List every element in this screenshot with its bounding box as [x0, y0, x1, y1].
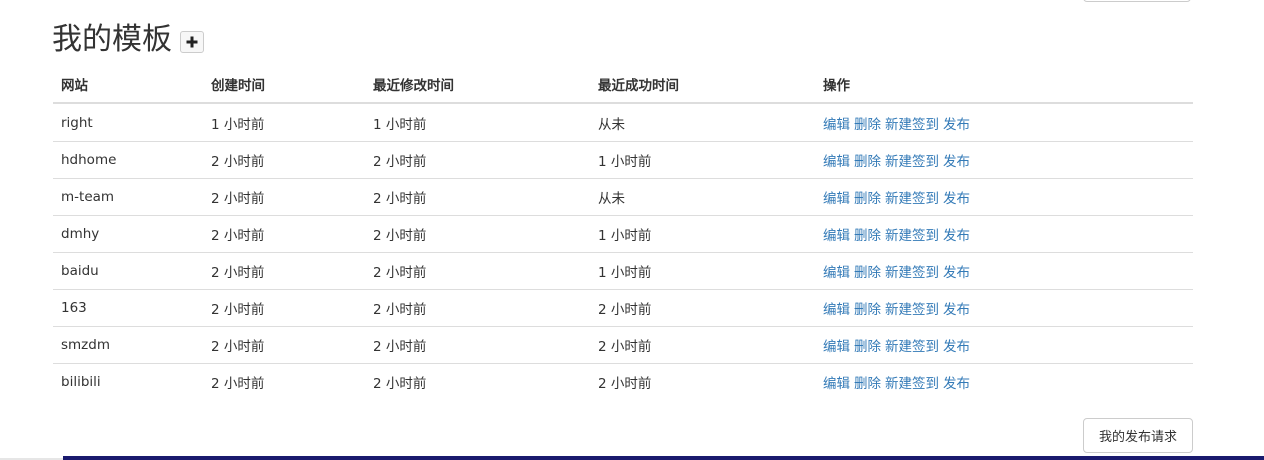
column-header-modified: 最近修改时间: [365, 65, 590, 104]
new-checkin-link[interactable]: 新建签到: [885, 191, 939, 207]
publish-link[interactable]: 发布: [943, 154, 970, 170]
delete-link[interactable]: 删除: [854, 265, 881, 281]
delete-link[interactable]: 删除: [854, 117, 881, 133]
column-header-created: 创建时间: [203, 65, 365, 104]
bottom-bar: [63, 456, 1264, 460]
delete-link[interactable]: 删除: [854, 376, 881, 392]
publish-link[interactable]: 发布: [943, 228, 970, 244]
delete-link[interactable]: 删除: [854, 154, 881, 170]
delete-link[interactable]: 删除: [854, 228, 881, 244]
edit-link[interactable]: 编辑: [823, 265, 850, 281]
modified-cell: 2 小时前: [365, 141, 590, 179]
actions-cell: 编辑 删除 新建签到 发布: [815, 289, 1193, 327]
edit-link[interactable]: 编辑: [823, 376, 850, 392]
table-row: bilibili 2 小时前 2 小时前 2 小时前 编辑 删除 新建签到 发布: [53, 363, 1193, 400]
edit-link[interactable]: 编辑: [823, 339, 850, 355]
created-cell: 2 小时前: [203, 141, 365, 179]
success-cell: 1 小时前: [590, 141, 815, 179]
actions-cell: 编辑 删除 新建签到 发布: [815, 363, 1193, 400]
publish-link[interactable]: 发布: [943, 191, 970, 207]
publish-link[interactable]: 发布: [943, 302, 970, 318]
success-cell: 1 小时前: [590, 215, 815, 253]
publish-link[interactable]: 发布: [943, 117, 970, 133]
table-row: smzdm 2 小时前 2 小时前 2 小时前 编辑 删除 新建签到 发布: [53, 326, 1193, 364]
modified-cell: 2 小时前: [365, 215, 590, 253]
publish-link[interactable]: 发布: [943, 339, 970, 355]
created-cell: 2 小时前: [203, 326, 365, 364]
header: 我的模板: [52, 20, 204, 60]
table-row: hdhome 2 小时前 2 小时前 1 小时前 编辑 删除 新建签到 发布: [53, 141, 1193, 179]
table-row: m-team 2 小时前 2 小时前 从未 编辑 删除 新建签到 发布: [53, 178, 1193, 216]
site-cell: m-team: [53, 178, 203, 216]
modified-cell: 1 小时前: [373, 116, 427, 133]
modified-cell: 2 小时前: [365, 178, 590, 216]
modified-cell: 2 小时前: [365, 252, 590, 290]
success-cell: 2 小时前: [590, 289, 815, 327]
new-checkin-link[interactable]: 新建签到: [885, 265, 939, 281]
actions-cell: 编辑 删除 新建签到 发布: [815, 103, 1193, 142]
modified-cell: 2 小时前: [365, 289, 590, 327]
site-cell: right: [61, 114, 93, 131]
actions-cell: 编辑 删除 新建签到 发布: [815, 178, 1193, 216]
success-cell: 1 小时前: [590, 252, 815, 290]
site-cell: bilibili: [53, 363, 203, 400]
created-cell: 2 小时前: [203, 215, 365, 253]
column-header-site: 网站: [53, 65, 203, 104]
site-cell: hdhome: [53, 141, 203, 179]
column-header-actions: 操作: [815, 65, 1193, 104]
table-row: dmhy 2 小时前 2 小时前 1 小时前 编辑 删除 新建签到 发布: [53, 215, 1193, 253]
success-cell: 2 小时前: [590, 326, 815, 364]
top-partial-button[interactable]: [1083, 0, 1191, 2]
my-publish-requests-button[interactable]: 我的发布请求: [1083, 418, 1193, 453]
actions-cell: 编辑 删除 新建签到 发布: [815, 141, 1193, 179]
site-cell: smzdm: [53, 326, 203, 364]
new-checkin-link[interactable]: 新建签到: [885, 302, 939, 318]
actions-cell: 编辑 删除 新建签到 发布: [815, 252, 1193, 290]
publish-link[interactable]: 发布: [943, 265, 970, 281]
delete-link[interactable]: 删除: [854, 339, 881, 355]
edit-link[interactable]: 编辑: [823, 154, 850, 170]
plus-icon: [186, 36, 198, 48]
success-cell: 从未: [598, 116, 625, 133]
new-checkin-link[interactable]: 新建签到: [885, 376, 939, 392]
new-checkin-link[interactable]: 新建签到: [885, 117, 939, 133]
success-cell: 从未: [590, 178, 815, 216]
new-checkin-link[interactable]: 新建签到: [885, 228, 939, 244]
created-cell: 2 小时前: [203, 289, 365, 327]
actions-cell: 编辑 删除 新建签到 发布: [815, 215, 1193, 253]
edit-link[interactable]: 编辑: [823, 228, 850, 244]
site-cell: baidu: [53, 252, 203, 290]
created-cell: 2 小时前: [203, 178, 365, 216]
add-template-button[interactable]: [180, 31, 204, 53]
templates-table: 网站 创建时间 最近修改时间 最近成功时间 操作 right 1 小时前 1 小时前…: [53, 65, 1193, 400]
site-cell: 163: [53, 289, 203, 327]
page-title: 我的模板: [52, 22, 172, 57]
new-checkin-link[interactable]: 新建签到: [885, 154, 939, 170]
edit-link[interactable]: 编辑: [823, 117, 850, 133]
created-cell: 1 小时前: [211, 116, 265, 133]
table-header-row: 网站 创建时间 最近修改时间 最近成功时间 操作: [53, 65, 1193, 104]
modified-cell: 2 小时前: [365, 363, 590, 400]
actions-cell: 编辑 删除 新建签到 发布: [815, 326, 1193, 364]
site-cell: dmhy: [53, 215, 203, 253]
edit-link[interactable]: 编辑: [823, 302, 850, 318]
success-cell: 2 小时前: [590, 363, 815, 400]
delete-link[interactable]: 删除: [854, 302, 881, 318]
edit-link[interactable]: 编辑: [823, 191, 850, 207]
new-checkin-link[interactable]: 新建签到: [885, 339, 939, 355]
created-cell: 2 小时前: [203, 363, 365, 400]
table-row: baidu 2 小时前 2 小时前 1 小时前 编辑 删除 新建签到 发布: [53, 252, 1193, 290]
table-body: right 1 小时前 1 小时前 从未 编辑 删除 新建签到 发布 hdhome 2 小时前 2 …: [53, 103, 1193, 400]
table-row: right 1 小时前 1 小时前 从未 编辑 删除 新建签到 发布: [53, 103, 1193, 142]
created-cell: 2 小时前: [203, 252, 365, 290]
column-header-success: 最近成功时间: [590, 65, 815, 104]
modified-cell: 2 小时前: [365, 326, 590, 364]
table-row: 163 2 小时前 2 小时前 2 小时前 编辑 删除 新建签到 发布: [53, 289, 1193, 327]
delete-link[interactable]: 删除: [854, 191, 881, 207]
page: 我的模板 网站 创建时间 最近修改时间 最近成功时间 操作 right 1 小时前…: [0, 0, 1264, 460]
publish-link[interactable]: 发布: [943, 376, 970, 392]
